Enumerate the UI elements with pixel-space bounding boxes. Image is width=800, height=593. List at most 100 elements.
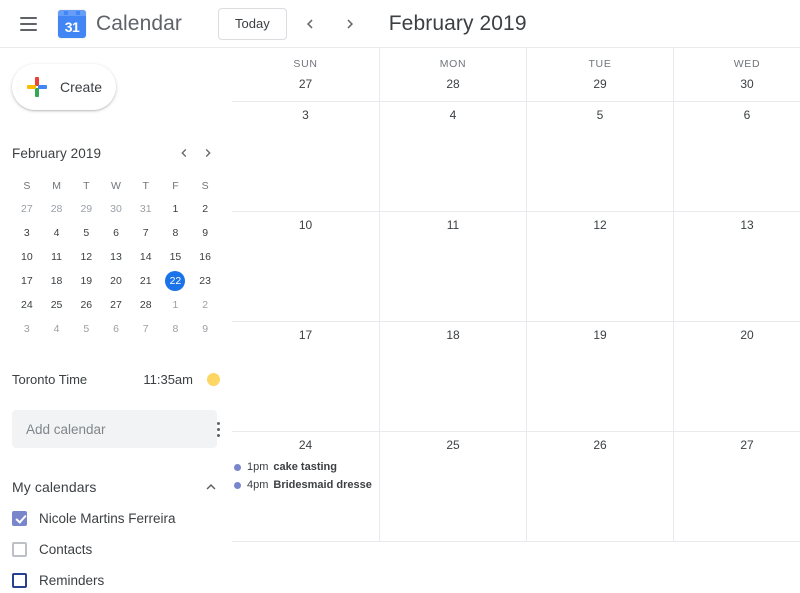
hamburger-icon[interactable]: [8, 4, 48, 44]
header-day-number[interactable]: 28: [446, 77, 459, 91]
mini-calendar-day[interactable]: 28: [42, 198, 72, 220]
month-grid-day-cell[interactable]: 27: [673, 432, 800, 541]
month-grid-day-cell[interactable]: 26: [526, 432, 673, 541]
calendar-list-item[interactable]: Contacts: [12, 537, 220, 562]
day-number[interactable]: 18: [380, 328, 526, 342]
create-button[interactable]: Create: [12, 64, 116, 110]
mini-calendar-day[interactable]: 7: [131, 222, 161, 244]
month-grid-day-cell[interactable]: 18: [379, 322, 526, 431]
mini-calendar-day[interactable]: 10: [12, 246, 42, 268]
mini-calendar-day[interactable]: 1: [161, 198, 191, 220]
calendar-checkbox[interactable]: [12, 542, 27, 557]
add-calendar-input[interactable]: [12, 410, 217, 448]
calendar-list-item[interactable]: Nicole Martins Ferreira: [12, 506, 220, 531]
header-day-number[interactable]: 29: [593, 77, 606, 91]
mini-calendar-day[interactable]: 16: [190, 246, 220, 268]
day-number[interactable]: 13: [674, 218, 800, 232]
my-calendars-header[interactable]: My calendars: [12, 474, 220, 500]
day-number[interactable]: 4: [380, 108, 526, 122]
mini-calendar-next-button[interactable]: [196, 141, 220, 165]
mini-calendar-prev-button[interactable]: [172, 141, 196, 165]
mini-calendar-day[interactable]: 28: [131, 294, 161, 316]
mini-calendar-day[interactable]: 12: [71, 246, 101, 268]
mini-calendar-day[interactable]: 31: [131, 198, 161, 220]
mini-calendar-day[interactable]: 1: [161, 294, 191, 316]
next-period-button[interactable]: [333, 7, 367, 41]
calendar-event[interactable]: 1pm cake tasting: [232, 458, 379, 476]
month-grid-day-cell[interactable]: 17: [232, 322, 379, 431]
mini-calendar-day[interactable]: 14: [131, 246, 161, 268]
month-grid-day-cell[interactable]: 11: [379, 212, 526, 321]
mini-calendar-day[interactable]: 13: [101, 246, 131, 268]
day-number[interactable]: 20: [674, 328, 800, 342]
month-grid-day-cell[interactable]: 13: [673, 212, 800, 321]
day-number[interactable]: 12: [527, 218, 673, 232]
mini-calendar-day[interactable]: 27: [101, 294, 131, 316]
kebab-menu-icon[interactable]: [217, 410, 220, 448]
day-number[interactable]: 5: [527, 108, 673, 122]
mini-calendar-day[interactable]: 2: [190, 294, 220, 316]
day-number[interactable]: 10: [232, 218, 379, 232]
mini-calendar-day[interactable]: 20: [101, 270, 131, 292]
mini-calendar-day[interactable]: 23: [190, 270, 220, 292]
mini-calendar-day[interactable]: 7: [131, 318, 161, 340]
mini-calendar-day[interactable]: 29: [71, 198, 101, 220]
day-number[interactable]: 25: [380, 438, 526, 452]
mini-calendar-day[interactable]: 9: [190, 318, 220, 340]
mini-calendar-day[interactable]: 19: [71, 270, 101, 292]
mini-calendar-day[interactable]: 3: [12, 222, 42, 244]
calendar-checkbox[interactable]: [12, 573, 27, 588]
mini-calendar-day[interactable]: 9: [190, 222, 220, 244]
month-grid-day-cell[interactable]: 20: [673, 322, 800, 431]
mini-calendar-day[interactable]: 6: [101, 318, 131, 340]
calendar-checkbox[interactable]: [12, 511, 27, 526]
month-grid-day-cell[interactable]: 6: [673, 102, 800, 211]
mini-calendar-day[interactable]: 3: [12, 318, 42, 340]
mini-calendar-day[interactable]: 8: [161, 318, 191, 340]
day-number[interactable]: 6: [674, 108, 800, 122]
day-number[interactable]: 19: [527, 328, 673, 342]
mini-calendar-day[interactable]: 17: [12, 270, 42, 292]
mini-calendar-day[interactable]: 18: [42, 270, 72, 292]
mini-calendar-day[interactable]: 6: [101, 222, 131, 244]
mini-calendar-day[interactable]: 30: [101, 198, 131, 220]
day-number[interactable]: 3: [232, 108, 379, 122]
mini-calendar-day[interactable]: 25: [42, 294, 72, 316]
calendar-event[interactable]: 4pm Bridesmaid dresse: [232, 476, 379, 494]
calendar-list-item[interactable]: Reminders: [12, 568, 220, 593]
day-number[interactable]: 26: [527, 438, 673, 452]
mini-calendar-day[interactable]: 24: [12, 294, 42, 316]
mini-calendar-day[interactable]: 5: [71, 222, 101, 244]
mini-calendar-day[interactable]: 26: [71, 294, 101, 316]
app-logo[interactable]: 31 Calendar: [58, 9, 182, 38]
mini-calendar-day[interactable]: 15: [161, 246, 191, 268]
mini-calendar-day[interactable]: 8: [161, 222, 191, 244]
day-number[interactable]: 11: [380, 218, 526, 232]
month-grid-day-cell[interactable]: 3: [232, 102, 379, 211]
mini-calendar-day[interactable]: 4: [42, 318, 72, 340]
day-number[interactable]: 27: [674, 438, 800, 452]
month-grid-day-cell[interactable]: 24 1pm cake tasting 4pm Bridesmaid dresse: [232, 432, 379, 541]
page-title: February 2019: [388, 11, 527, 35]
day-number[interactable]: 17: [232, 328, 379, 342]
event-dot-icon: [234, 481, 241, 489]
mini-calendar-day[interactable]: 2: [190, 198, 220, 220]
header-day-number[interactable]: 27: [299, 77, 312, 91]
previous-period-button[interactable]: [293, 7, 327, 41]
mini-calendar-day[interactable]: 21: [131, 270, 161, 292]
month-grid-day-cell[interactable]: 25: [379, 432, 526, 541]
month-grid-day-cell[interactable]: 4: [379, 102, 526, 211]
header-day-number[interactable]: 30: [740, 77, 753, 91]
mini-calendar-dow: S: [201, 180, 209, 192]
mini-calendar-day-selected[interactable]: 22: [161, 270, 191, 292]
mini-calendar-day[interactable]: 4: [42, 222, 72, 244]
month-grid-day-cell[interactable]: 19: [526, 322, 673, 431]
month-grid-day-cell[interactable]: 12: [526, 212, 673, 321]
day-number[interactable]: 24: [232, 438, 379, 452]
mini-calendar-day[interactable]: 5: [71, 318, 101, 340]
mini-calendar-day[interactable]: 11: [42, 246, 72, 268]
month-grid-day-cell[interactable]: 10: [232, 212, 379, 321]
mini-calendar-day[interactable]: 27: [12, 198, 42, 220]
today-button[interactable]: Today: [218, 7, 287, 40]
month-grid-day-cell[interactable]: 5: [526, 102, 673, 211]
